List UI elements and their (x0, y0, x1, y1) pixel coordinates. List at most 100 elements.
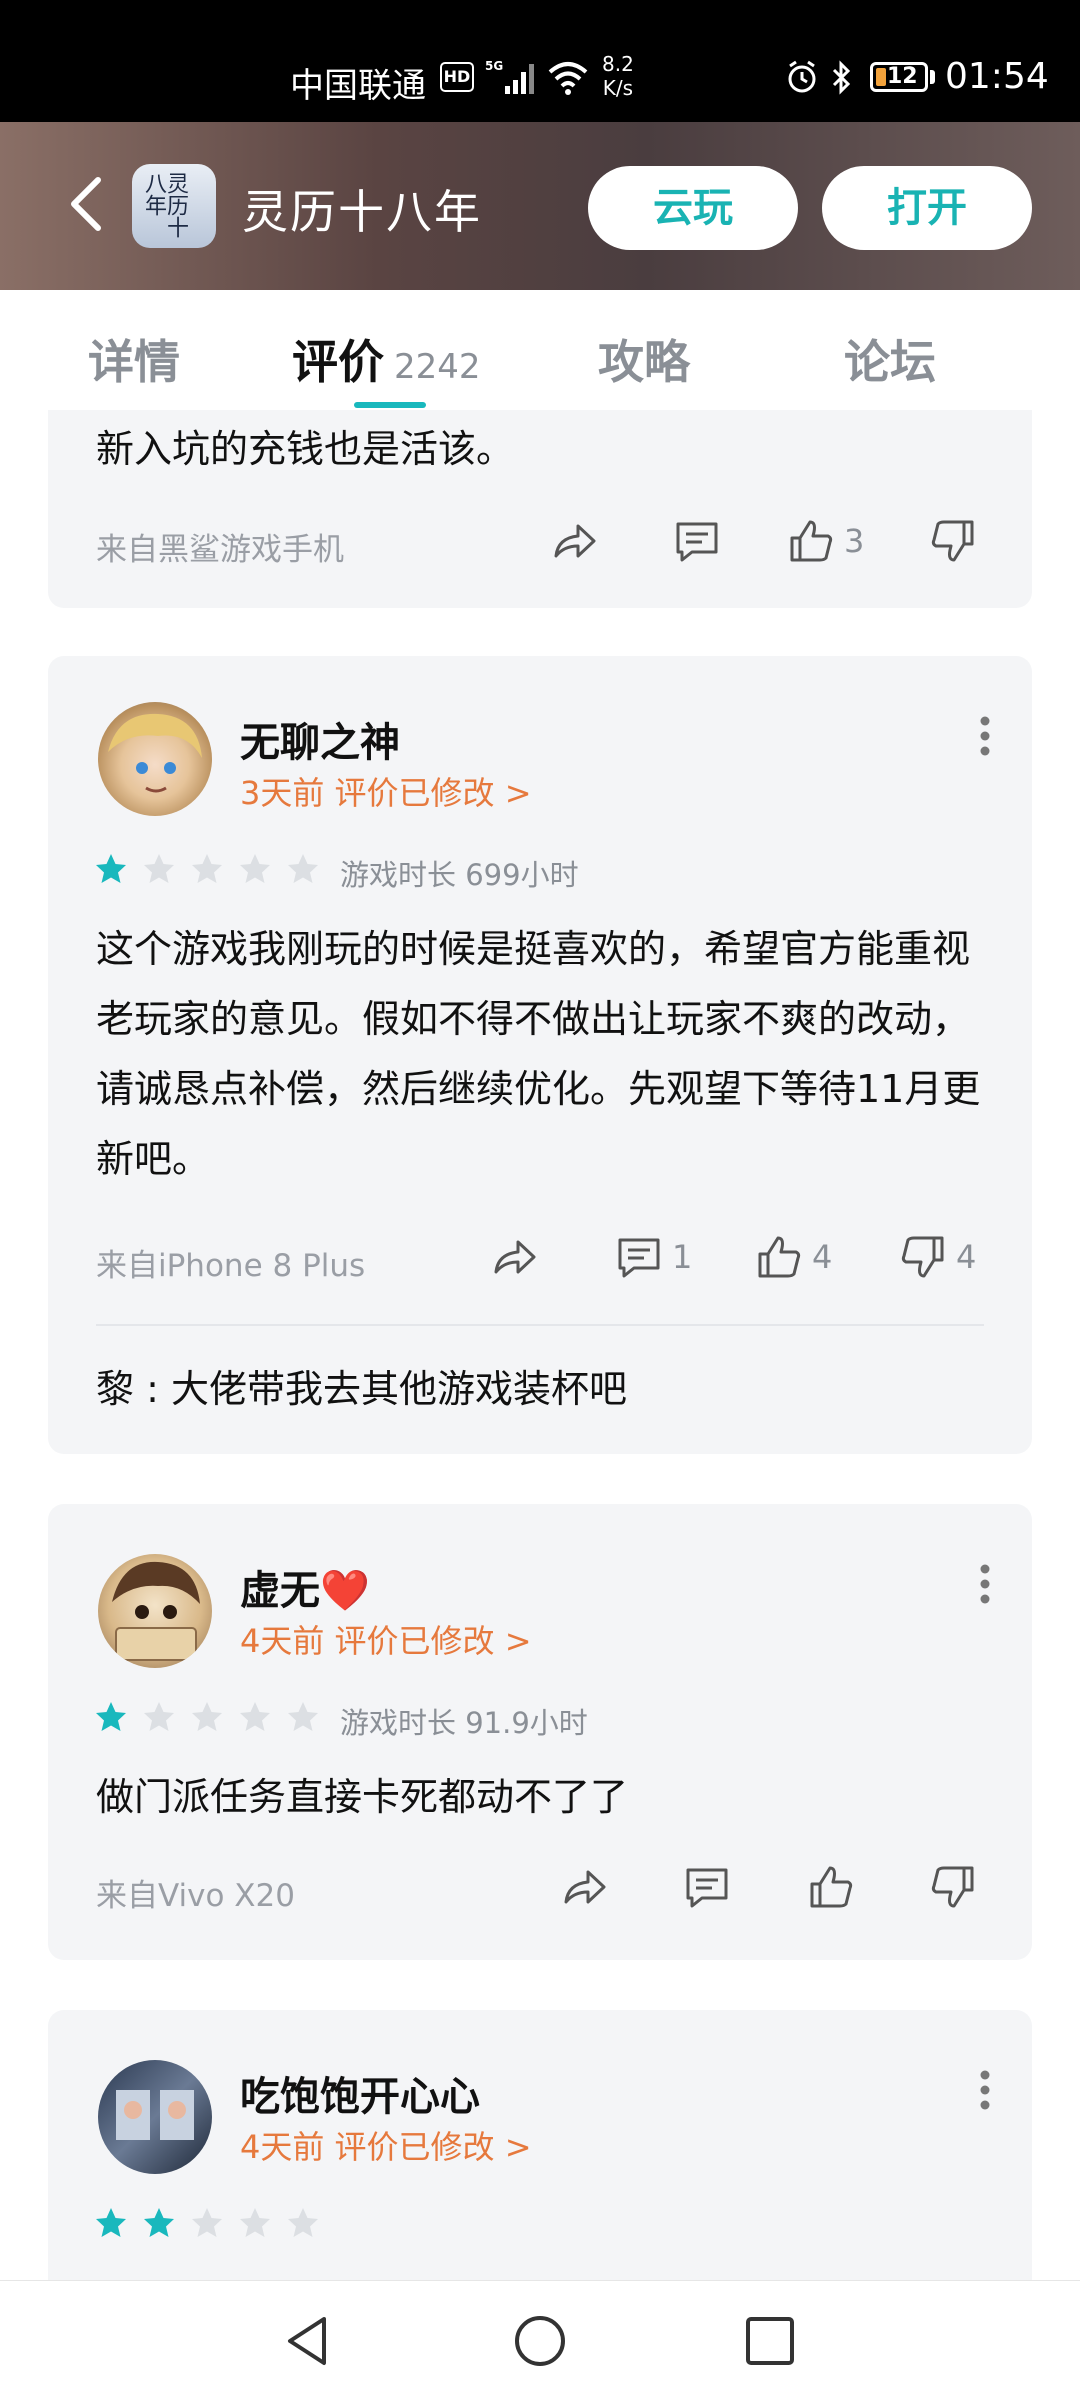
star-empty-icon (192, 2208, 222, 2237)
more-options-icon[interactable] (980, 1564, 990, 1604)
speed-value: 8.2 (602, 52, 634, 76)
avatar-image (108, 713, 202, 793)
thumbs-up-icon (758, 1236, 801, 1278)
thumbs-down-icon (931, 520, 974, 562)
like-button[interactable] (806, 1860, 856, 1910)
comment-button[interactable] (682, 1860, 732, 1910)
dislike-button[interactable]: 4 (898, 1230, 976, 1280)
username[interactable]: 虚无❤️ (240, 1558, 370, 1616)
comment-icon (618, 1238, 660, 1278)
star-filled-icon (96, 854, 126, 883)
username[interactable]: 吃饱饱开心心 (240, 2064, 480, 2122)
playtime: 游戏时长 699小时 (340, 858, 579, 892)
nav-back-icon[interactable] (280, 2313, 336, 2369)
tab-guides[interactable]: 攻略 (598, 326, 690, 392)
open-button[interactable]: 打开 (822, 166, 1032, 250)
speed-unit: K/s (602, 76, 634, 100)
like-count: 3 (844, 522, 865, 560)
like-count: 4 (812, 1238, 833, 1276)
share-icon (564, 1870, 606, 1904)
review-device: 来自Vivo X20 (96, 1878, 295, 1914)
comment-count: 1 (672, 1238, 693, 1276)
star-empty-icon (288, 854, 318, 883)
playtime: 游戏时长 91.9小时 (340, 1706, 588, 1740)
thumbs-up-icon (790, 520, 833, 562)
username[interactable]: 无聊之神 (240, 710, 400, 768)
tab-reviews[interactable]: 评价 2242 (292, 326, 481, 392)
tab-indicator (354, 402, 426, 408)
tab-bar: 详情 评价 2242 攻略 论坛 (0, 290, 1080, 410)
share-icon (554, 524, 596, 558)
star-empty-icon (192, 854, 222, 883)
app-icon: 灵历十八年 (132, 164, 216, 248)
share-button[interactable] (548, 514, 598, 564)
status-bar: 中国联通 HD 5G 8.2 K/s 12 01:54 (0, 0, 1080, 122)
star-filled-icon (96, 1702, 126, 1731)
star-empty-icon (288, 2208, 318, 2237)
comment-icon (686, 1868, 728, 1908)
star-empty-icon (288, 1702, 318, 1731)
alarm-bluetooth-icon (788, 60, 851, 95)
back-icon[interactable] (62, 174, 112, 234)
review-text[interactable]: 做门派任务直接卡死都动不了了 (96, 1762, 996, 1832)
like-button[interactable]: 4 (754, 1230, 832, 1280)
avatar[interactable] (98, 1554, 212, 1668)
thumbs-down-icon (901, 1236, 944, 1278)
app-icon-text: 灵历十八年 (141, 172, 188, 238)
like-button[interactable]: 3 (786, 514, 864, 564)
review-text[interactable]: 这个游戏我刚玩的时候是挺喜欢的，希望官方能重视老玩家的意见。假如不得不做出让玩家… (96, 914, 996, 1194)
comment-button[interactable]: 1 (614, 1230, 692, 1280)
review-card: 无聊之神 3天前 评价已修改 > 游戏时长 699小时 这个游戏我刚玩的时候是挺… (48, 656, 1032, 1454)
review-device: 来自iPhone 8 Plus (96, 1248, 366, 1284)
star-empty-icon (144, 854, 174, 883)
signal-icon: 5G (485, 59, 534, 94)
review-meta[interactable]: 4天前 评价已修改 > (240, 1616, 532, 1662)
wifi-icon (548, 62, 588, 95)
star-rating (94, 2206, 334, 2242)
thumbs-up-icon (810, 1866, 853, 1908)
avatar[interactable] (98, 702, 212, 816)
reviews-list[interactable]: 新入坑的充钱也是活该。 来自黑鲨游戏手机 3 无聊之神 3天前 评价已修改 > … (0, 410, 1080, 2280)
avatar-image (116, 2090, 194, 2140)
app-title: 灵历十八年 (242, 185, 482, 239)
navigation-bar (0, 2280, 1080, 2401)
battery-icon: 12 (870, 62, 928, 92)
star-empty-icon (240, 854, 270, 883)
share-button[interactable] (558, 1860, 608, 1910)
star-filled-icon (96, 2208, 126, 2237)
share-button[interactable] (488, 1230, 538, 1280)
dislike-count: 4 (956, 1238, 977, 1276)
network-speed: 8.2 K/s (602, 52, 634, 100)
review-meta[interactable]: 4天前 评价已修改 > (240, 2122, 532, 2168)
comment-button[interactable] (672, 514, 722, 564)
avatar[interactable] (98, 2060, 212, 2174)
nav-recents-icon[interactable] (742, 2313, 798, 2369)
carrier-name: 中国联通 (290, 66, 426, 106)
cloud-play-button[interactable]: 云玩 (588, 166, 798, 250)
review-card: 吃饱饱开心心 4天前 评价已修改 > (48, 2010, 1032, 2280)
review-text: 新入坑的充钱也是活该。 (96, 427, 515, 471)
clock: 01:54 (945, 56, 1049, 97)
tab-forum[interactable]: 论坛 (844, 326, 936, 392)
reply-preview[interactable]: 黎 : 大佬带我去其他游戏装杯吧 (96, 1358, 627, 1413)
avatar-image (112, 1561, 200, 1661)
dislike-button[interactable] (928, 1860, 978, 1910)
svg-text:5G: 5G (485, 59, 503, 73)
star-rating (94, 1700, 334, 1736)
thumbs-down-icon (931, 1866, 974, 1908)
review-card: 虚无❤️ 4天前 评价已修改 > 游戏时长 91.9小时 做门派任务直接卡死都动… (48, 1504, 1032, 1960)
tab-details[interactable]: 详情 (88, 326, 180, 392)
share-icon (494, 1240, 536, 1274)
hd-icon: HD (440, 62, 474, 92)
star-empty-icon (192, 1702, 222, 1731)
dislike-button[interactable] (928, 514, 978, 564)
star-rating (94, 852, 334, 888)
more-options-icon[interactable] (980, 716, 990, 756)
nav-home-icon[interactable] (512, 2313, 568, 2369)
battery-level: 12 (887, 64, 918, 89)
review-count: 2242 (394, 347, 481, 387)
review-meta[interactable]: 3天前 评价已修改 > (240, 768, 532, 814)
review-card: 新入坑的充钱也是活该。 来自黑鲨游戏手机 3 (48, 410, 1032, 608)
star-filled-icon (144, 2208, 174, 2237)
more-options-icon[interactable] (980, 2070, 990, 2110)
